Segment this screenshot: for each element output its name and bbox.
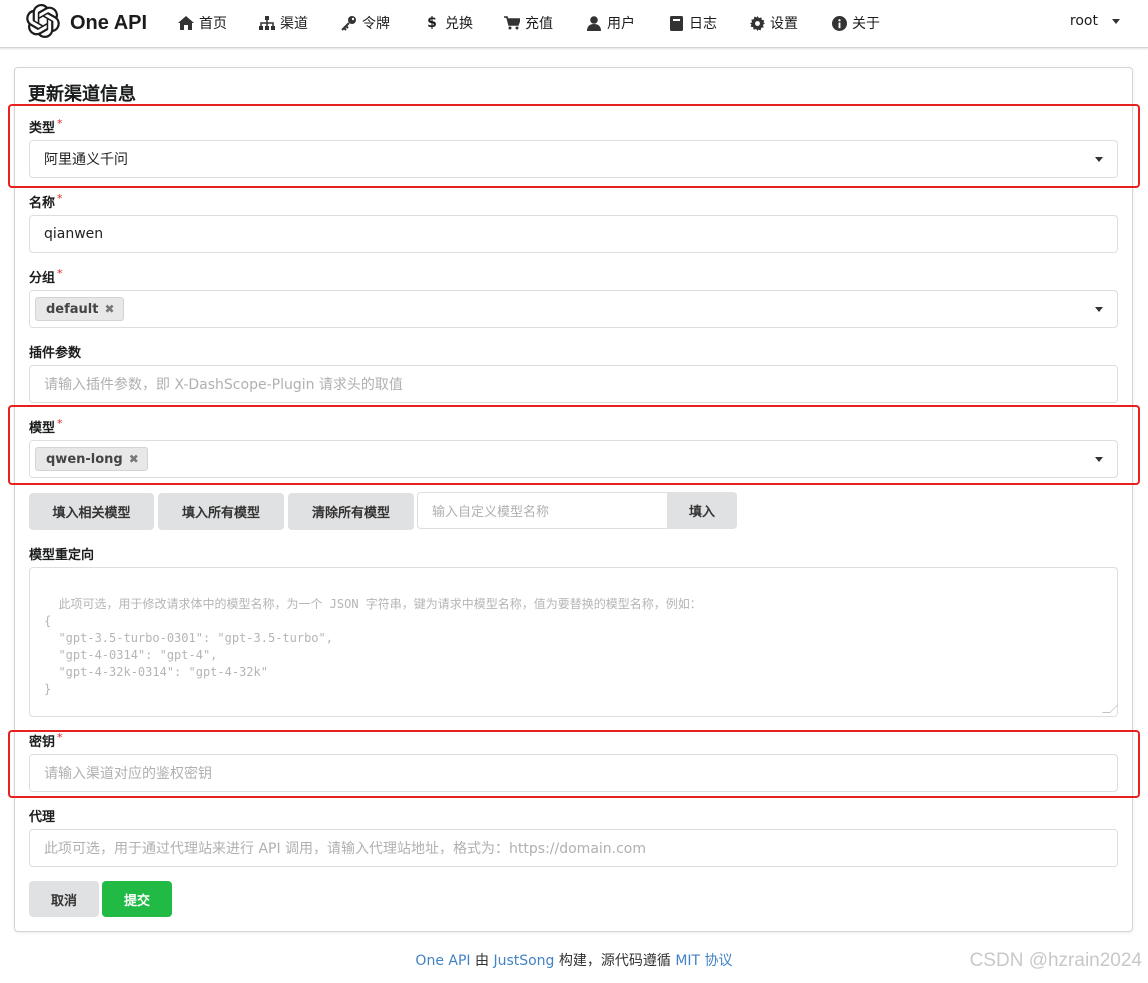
name-input[interactable]: qianwen — [29, 215, 1118, 253]
home-icon — [178, 15, 194, 31]
resize-handle-icon[interactable] — [1102, 705, 1118, 713]
close-icon[interactable]: ✖ — [129, 452, 139, 466]
key-input[interactable]: 请输入渠道对应的鉴权密钥 — [29, 754, 1118, 792]
nav-item-tokens[interactable]: 令牌 — [341, 13, 390, 33]
brand[interactable]: One API — [26, 4, 148, 42]
gear-icon — [749, 15, 765, 31]
key-icon — [341, 15, 357, 31]
plugin-input[interactable]: 请输入插件参数，即 X-DashScope-Plugin 请求头的取值 — [29, 365, 1118, 403]
nav-item-users[interactable]: 用户 — [586, 13, 635, 33]
submit-button[interactable]: 提交 — [102, 881, 172, 917]
watermark: CSDN @hzrain2024 — [969, 950, 1142, 971]
name-label: 名称 * — [29, 192, 63, 211]
nav-item-channels[interactable]: 渠道 — [259, 13, 308, 33]
openai-logo-icon — [26, 4, 60, 42]
fill-related-models-button[interactable]: 填入相关模型 — [29, 493, 154, 530]
plugin-placeholder: 请输入插件参数，即 X-DashScope-Plugin 请求头的取值 — [44, 377, 403, 393]
group-tag: default ✖ — [35, 297, 124, 321]
models-label: 模型 * — [29, 417, 63, 436]
nav-item-home[interactable]: 首页 — [178, 13, 227, 33]
clear-all-models-button[interactable]: 清除所有模型 — [288, 493, 414, 530]
model-mapping-textarea[interactable]: 此项可选，用于修改请求体中的模型名称，为一个 JSON 字符串，键为请求中模型名… — [29, 567, 1118, 717]
type-value: 阿里通义千问 — [44, 152, 128, 168]
custom-model-input[interactable]: 输入自定义模型名称 — [417, 492, 668, 529]
fill-all-models-button[interactable]: 填入所有模型 — [158, 493, 284, 530]
page-title: 更新渠道信息 — [28, 84, 136, 105]
plugin-label: 插件参数 — [29, 346, 82, 361]
footer-link-oneapi[interactable]: One API — [415, 953, 470, 969]
close-icon[interactable]: ✖ — [104, 302, 114, 316]
chevron-down-icon — [1095, 457, 1103, 462]
footer-link-author[interactable]: JustSong — [493, 953, 554, 969]
top-navbar: One API 首页 渠道 令牌 $ 兑换 充值 用户 日志 设置 关于 roo… — [0, 0, 1148, 48]
fill-custom-model-button[interactable]: 填入 — [667, 492, 737, 529]
chevron-down-icon — [1095, 157, 1103, 162]
chevron-down-icon — [1112, 18, 1120, 24]
user-menu[interactable]: root — [1070, 13, 1120, 29]
key-label: 密钥 * — [29, 731, 63, 750]
model-mapping-label: 模型重定向 — [29, 548, 95, 563]
group-label: 分组 * — [29, 267, 63, 286]
nav-item-redeem[interactable]: $ 兑换 — [424, 13, 473, 33]
nav-item-about[interactable]: 关于 — [831, 13, 880, 33]
cancel-button[interactable]: 取消 — [29, 881, 99, 917]
nav-item-logs[interactable]: 日志 — [668, 13, 717, 33]
proxy-label: 代理 — [29, 810, 56, 825]
type-label: 类型 * — [29, 117, 63, 136]
footer-link-license[interactable]: MIT 协议 — [675, 953, 732, 969]
models-select[interactable]: qwen-long ✖ — [29, 440, 1118, 478]
user-icon — [586, 15, 602, 31]
model-tag: qwen-long ✖ — [35, 447, 148, 471]
group-select[interactable]: default ✖ — [29, 290, 1118, 328]
dollar-icon: $ — [427, 15, 437, 31]
nav-item-topup[interactable]: 充值 — [504, 13, 553, 33]
info-icon — [831, 15, 847, 31]
user-name: root — [1069, 13, 1098, 29]
brand-title: One API — [70, 11, 148, 34]
sitemap-icon — [259, 15, 275, 31]
book-icon — [668, 15, 684, 31]
name-value: qianwen — [44, 226, 104, 242]
nav-item-settings[interactable]: 设置 — [749, 13, 798, 33]
proxy-input[interactable]: 此项可选，用于通过代理站来进行 API 调用，请输入代理站地址，格式为：http… — [29, 829, 1118, 867]
type-select[interactable]: 阿里通义千问 — [29, 140, 1118, 178]
cart-icon — [504, 15, 520, 31]
chevron-down-icon — [1095, 307, 1103, 312]
